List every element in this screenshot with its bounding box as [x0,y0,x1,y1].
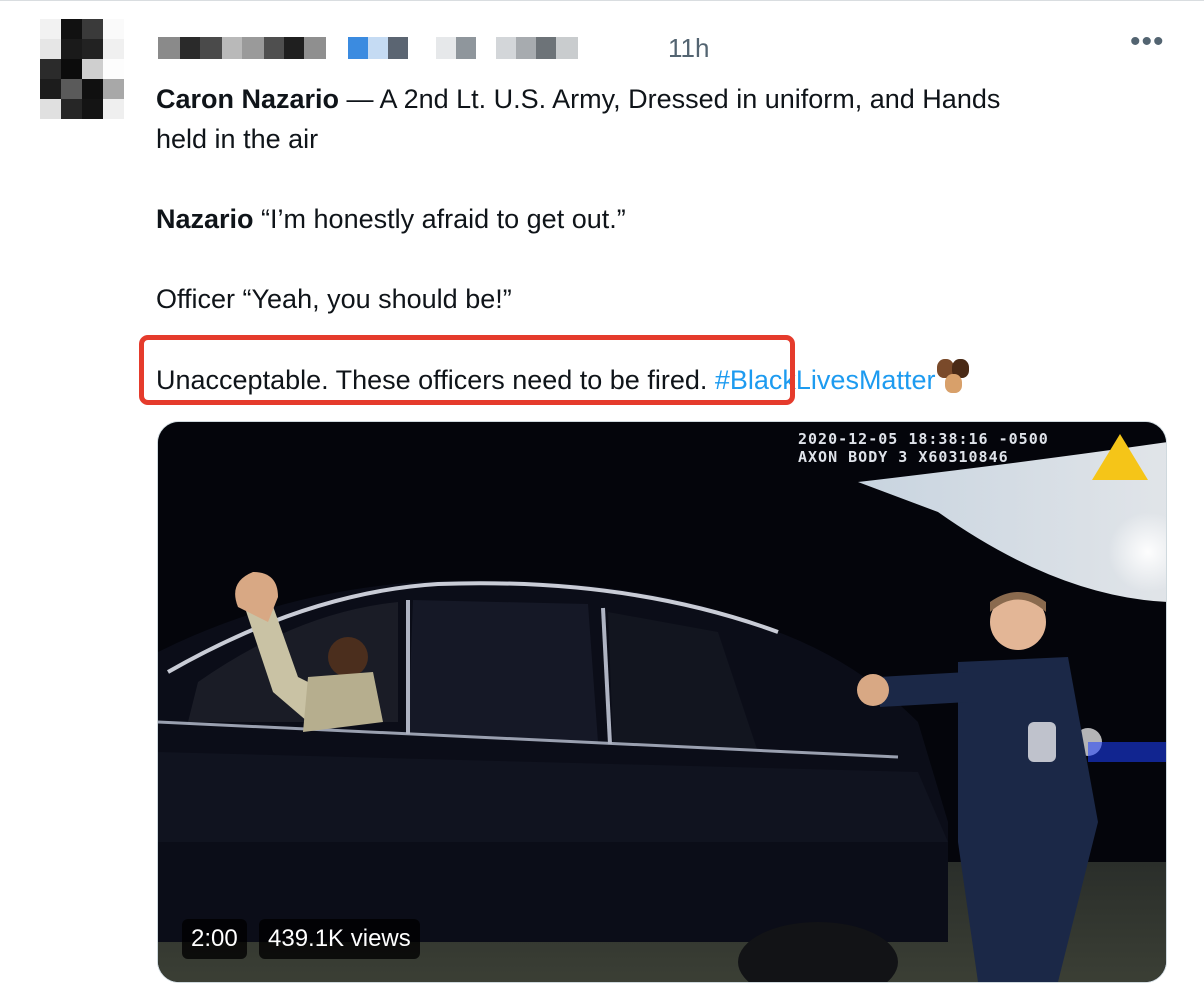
officer-quote: Officer “Yeah, you should be!” [156,284,512,314]
annotation-highlight-box [139,335,795,405]
tweet-card[interactable]: 11h ••• Caron Nazario — A 2nd Lt. U.S. A… [0,0,1204,994]
quote-speaker: Nazario [156,204,254,234]
video-thumbnail [158,422,1166,982]
tweet-line-1: Caron Nazario — A 2nd Lt. U.S. Army, Dre… [156,79,1166,119]
bodycam-device-id: AXON BODY 3 X60310846 [798,448,1009,466]
quote-text: “I’m honestly afraid to get out.” [253,204,626,234]
tweet-timestamp[interactable]: 11h [668,33,709,64]
bodycam-overlay: 2020-12-05 18:38:16 -0500 AXON BODY 3 X6… [798,430,1049,466]
more-horizontal-icon[interactable]: ••• [1130,25,1165,59]
subject-name: Caron Nazario [156,84,340,114]
redacted-username[interactable] [158,37,578,59]
raised-fists-emoji-icon [935,359,973,395]
video-duration-badge: 2:00 [182,919,247,959]
tweet-quote: Nazario “I’m honestly afraid to get out.… [156,199,1166,239]
video-player[interactable]: 2020-12-05 18:38:16 -0500 AXON BODY 3 X6… [157,421,1167,983]
avatar[interactable] [40,19,124,119]
subject-description: — A 2nd Lt. U.S. Army, Dressed in unifor… [339,84,1001,114]
tweet-line-2: held in the air [156,124,319,154]
video-views-badge: 439.1K views [259,919,420,959]
bodycam-timestamp: 2020-12-05 18:38:16 -0500 [798,430,1049,448]
